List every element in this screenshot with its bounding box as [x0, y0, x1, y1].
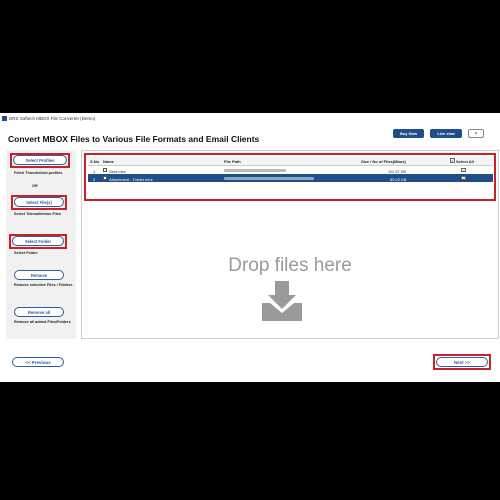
table-row[interactable]: 2 Attachment - Folder.mbx 59.22 KB ✓	[88, 174, 493, 182]
row-sno: 1	[93, 168, 96, 174]
remove-button[interactable]: Remove	[14, 270, 64, 280]
file-icon	[103, 175, 107, 180]
select-all-label: Select All	[456, 158, 474, 164]
select-files-text: Select Tekmail/mbox Files	[14, 212, 61, 216]
col-path: File Path	[224, 158, 241, 164]
col-name: Name	[103, 158, 114, 164]
buy-now-button[interactable]: Buy Now	[393, 129, 424, 138]
row-checkbox[interactable]: ✓	[461, 175, 466, 180]
row-size: 59.22 KB	[390, 176, 407, 182]
close-button[interactable]: ×	[468, 129, 484, 138]
remove-all-text: Remove all added Files/Folders	[14, 320, 71, 324]
row-checkbox[interactable]: ✓	[461, 167, 466, 172]
window-title: DRS Softech MBOX File Converter (Demo)	[9, 116, 96, 121]
col-size: Size / No of Files(Mbox)	[361, 158, 406, 164]
table-header: S.No Name File Path Size / No of Files(M…	[88, 156, 493, 166]
file-icon	[103, 167, 107, 172]
next-button[interactable]: Next >>	[436, 357, 488, 367]
live-chat-button[interactable]: Live chat	[430, 129, 462, 138]
title-bar: DRS Softech MBOX File Converter (Demo)	[0, 113, 500, 125]
file-path-blurred	[224, 168, 286, 172]
row-size: 111.57 KB	[388, 168, 407, 174]
table-row[interactable]: 1 Sent.mbx 111.57 KB ✓	[88, 166, 493, 174]
sidebar-panel: Select Profiles Fetch Thunderbird profil…	[6, 150, 76, 339]
or-text: OR	[32, 184, 38, 188]
row-sno: 2	[93, 176, 96, 182]
row-name: Sent.mbx	[109, 168, 126, 174]
app-logo-icon	[2, 116, 7, 121]
select-folder-button[interactable]: Select Folder	[12, 236, 64, 246]
select-all-checkbox[interactable]: ✓	[450, 158, 455, 163]
col-sno: S.No	[90, 158, 100, 164]
fetch-profiles-text: Fetch Thunderbird profiles	[14, 171, 63, 175]
select-files-button[interactable]: Select File(s)	[14, 197, 64, 207]
file-path-blurred	[224, 176, 314, 180]
select-profiles-button[interactable]: Select Profiles	[13, 155, 67, 165]
row-name: Attachment - Folder.mbx	[109, 176, 153, 182]
download-tray-icon[interactable]	[260, 279, 304, 323]
remove-text: Remove selective Files / Folders	[14, 283, 73, 287]
drop-zone-text: Drop files here	[228, 255, 352, 276]
app-window: DRS Softech MBOX File Converter (Demo) C…	[0, 113, 500, 382]
select-folder-text: Select Folder	[14, 251, 38, 255]
file-list-panel: S.No Name File Path Size / No of Files(M…	[81, 150, 499, 339]
previous-button[interactable]: << Previous	[12, 357, 64, 367]
page-heading: Convert MBOX Files to Various File Forma…	[8, 134, 260, 144]
remove-all-button[interactable]: Remove all	[14, 307, 64, 317]
